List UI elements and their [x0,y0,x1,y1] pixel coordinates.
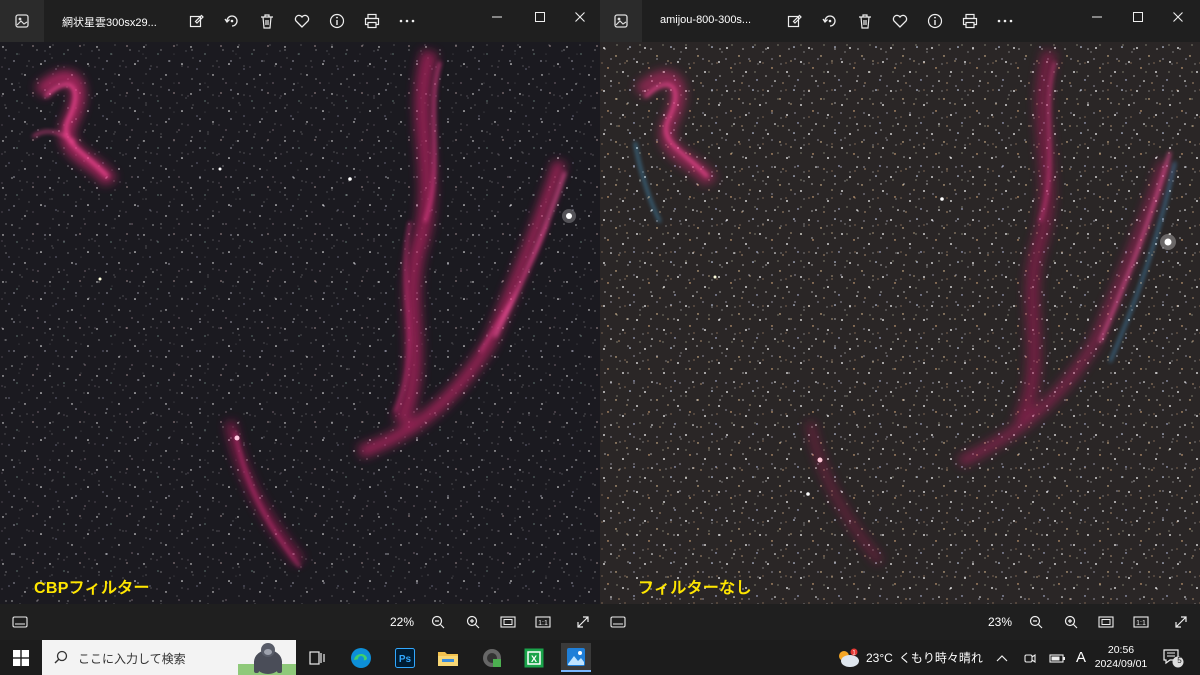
nebula-image [0,42,600,604]
search-icon [54,650,68,664]
image-caption: フィルターなし [638,580,752,597]
title-bar[interactable]: 網状星雲300sx29... [0,0,600,42]
maximize-icon[interactable] [531,8,549,26]
clock[interactable]: 20:56 2024/09/01 [1094,643,1148,671]
weather-temp: 23°C [866,650,893,665]
zoom-out-icon[interactable] [1026,612,1046,632]
image-caption: CBPフィルター [34,580,150,597]
more-icon[interactable] [397,11,417,31]
svg-text:1:1: 1:1 [538,620,548,627]
photos-icon[interactable] [561,643,591,672]
status-bar: 22% 1:1 [0,604,600,640]
weather-cloudy-icon: 1 [839,648,859,667]
nebula-image [600,42,1200,604]
taskbar-search-box[interactable]: ここに入力して検索 [42,640,296,675]
photos-app-icon [0,0,44,42]
zoom-out-icon[interactable] [428,612,448,632]
photo-viewer-windows: 網状星雲300sx29... CBPフィルター 22% 1:1 amijou-8… [0,0,1200,640]
zoom-in-icon[interactable] [1061,612,1081,632]
photos-app-icon [600,0,642,42]
print-icon[interactable] [362,11,382,31]
close-icon[interactable] [571,8,589,26]
more-icon[interactable] [995,11,1015,31]
weather-widget[interactable]: 1 23°C くもり時々晴れ [836,640,983,675]
fit-icon[interactable] [498,612,518,632]
svg-text:X: X [531,654,537,664]
ime-indicator[interactable]: A [1076,640,1086,675]
favorite-icon[interactable] [292,11,312,31]
window-title: amijou-800-300s... [660,14,752,26]
favorite-icon[interactable] [890,11,910,31]
actual-size-icon[interactable]: 1:1 [1131,612,1151,632]
minimize-icon[interactable] [488,8,506,26]
info-icon[interactable] [327,11,347,31]
edge-icon[interactable] [346,643,376,672]
photos-window-right: amijou-800-300s... フィルターなし 23% 1:1 [600,0,1200,640]
zoom-in-icon[interactable] [463,612,483,632]
battery-icon[interactable] [1049,640,1067,675]
delete-icon[interactable] [855,11,875,31]
meet-now-icon[interactable] [1023,640,1037,675]
fullscreen-icon[interactable] [1171,612,1191,632]
actual-size-icon[interactable]: 1:1 [533,612,553,632]
search-placeholder: ここに入力して検索 [78,652,186,666]
image-viewer[interactable]: フィルターなし [600,42,1200,604]
delete-icon[interactable] [257,11,277,31]
svg-text:Ps: Ps [399,654,412,665]
title-bar[interactable]: amijou-800-300s... [600,0,1200,42]
image-viewer[interactable]: CBPフィルター [0,42,600,604]
filmstrip-icon[interactable] [10,612,30,632]
zoom-level: 23% [988,615,1013,629]
maximize-icon[interactable] [1129,8,1147,26]
task-view-icon[interactable] [302,643,332,672]
show-hidden-icons-chevron-icon[interactable] [996,640,1008,675]
status-bar: 23% 1:1 [600,604,1200,640]
edit-icon[interactable] [785,11,805,31]
photoshop-icon[interactable]: Ps [390,643,420,672]
fit-icon[interactable] [1096,612,1116,632]
clock-date: 2024/09/01 [1094,658,1148,670]
minimize-icon[interactable] [1088,8,1106,26]
svg-text:1:1: 1:1 [1136,620,1146,627]
print-icon[interactable] [960,11,980,31]
rotate-icon[interactable] [820,11,840,31]
app-icon[interactable] [477,643,507,672]
zoom-level: 22% [390,615,415,629]
photos-window-left: 網状星雲300sx29... CBPフィルター 22% 1:1 [0,0,600,640]
rotate-icon[interactable] [222,11,242,31]
file-explorer-icon[interactable] [433,643,463,672]
weather-condition: くもり時々晴れ [898,651,983,665]
fullscreen-icon[interactable] [573,612,593,632]
window-title: 網状星雲300sx29... [62,17,157,29]
edit-icon[interactable] [187,11,207,31]
notification-center-icon[interactable]: 5 [1162,640,1184,675]
windows-start-icon[interactable] [0,640,42,675]
taskbar: ここに入力して検索 Ps X 1 23°C くもり時々晴れ A 20:56 20… [0,640,1200,675]
notification-count: 5 [1177,656,1182,665]
info-icon[interactable] [925,11,945,31]
clock-time: 20:56 [1107,644,1135,656]
filmstrip-icon[interactable] [608,612,628,632]
green-app-icon[interactable]: X [519,643,549,672]
close-icon[interactable] [1169,8,1187,26]
gorilla-search-illustration [238,643,296,675]
